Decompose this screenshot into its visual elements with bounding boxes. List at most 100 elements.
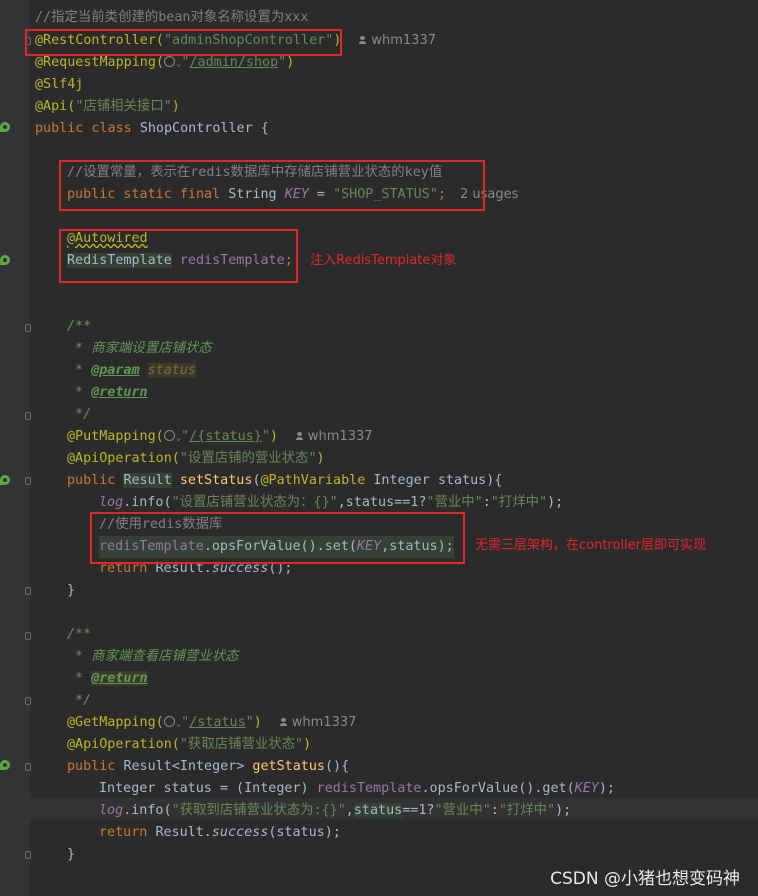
fold-marker[interactable]	[25, 324, 31, 332]
annotation: @PathVariable	[260, 473, 366, 488]
method-call: .info(	[123, 803, 172, 818]
declaration: Integer status = (Integer)	[99, 781, 317, 796]
method-name: setStatus	[171, 473, 253, 488]
csdn-watermark: CSDN @小猪也想变码神	[550, 869, 740, 889]
spring-web-icon[interactable]	[0, 760, 10, 770]
fold-marker[interactable]	[25, 477, 31, 485]
code-line-log-info[interactable]: log.info("设置店铺营业状态为：{}",status==1?"营业中":…	[99, 492, 563, 514]
code-line-return[interactable]: return Result.success(status);	[99, 822, 341, 844]
variable: status	[353, 803, 403, 818]
author-hint[interactable]: whm1337	[359, 33, 436, 48]
annotation: @ApiOperation(	[67, 737, 180, 752]
keyword: public	[67, 473, 124, 488]
spring-bean-icon[interactable]	[0, 255, 10, 265]
keyword: public	[67, 759, 124, 774]
string-literal: "店铺相关接口"	[75, 99, 172, 114]
string-literal: "打烊中"	[490, 495, 548, 510]
log-field: log	[99, 803, 124, 818]
paren: )	[286, 55, 295, 70]
code-line-redis-get[interactable]: Integer status = (Integer) redisTemplate…	[99, 778, 615, 800]
constant-name: KEY	[574, 781, 599, 796]
string-literal: "设置店铺营业状态为：{}"	[171, 495, 338, 510]
fold-marker[interactable]	[25, 632, 31, 640]
string-literal: "打烊中"	[498, 803, 556, 818]
author-hint[interactable]: whm1337	[295, 429, 373, 444]
code-line-class-decl[interactable]: public class ShopController {	[35, 118, 269, 140]
args: (status);	[268, 825, 341, 840]
keyword: return	[99, 825, 156, 840]
url-path-link[interactable]: /admin/shop	[189, 55, 278, 70]
code-line-brace[interactable]: }	[67, 844, 75, 866]
operator: :	[482, 495, 491, 510]
paren: );	[547, 495, 564, 510]
code-line-javadoc-return[interactable]: * @return	[67, 668, 148, 690]
code-line-log-info[interactable]: log.info("获取到店铺营业状态为:{}",status==1?"营业中"…	[99, 800, 571, 822]
javadoc-tag: @param	[91, 363, 140, 378]
javadoc-param: status	[147, 363, 196, 378]
spring-web-icon[interactable]	[0, 475, 10, 485]
user-icon	[359, 36, 367, 44]
paren: );	[598, 781, 615, 796]
annotation: @GetMapping(	[67, 715, 164, 730]
method-call: .opsForValue().get(	[421, 781, 575, 796]
fold-marker[interactable]	[25, 851, 31, 859]
paren: )	[303, 737, 312, 752]
code-line-brace[interactable]: }	[67, 580, 75, 602]
code-line-javadoc[interactable]: */	[67, 690, 91, 712]
author-name: whm1337	[371, 33, 436, 48]
method-call: .info(	[123, 495, 172, 510]
paren: (	[252, 473, 261, 488]
highlight-box-autowired	[59, 229, 298, 283]
code-line-api[interactable]: @Api("店铺相关接口")	[35, 96, 180, 118]
field-name: redisTemplate	[316, 781, 422, 796]
url-path-link[interactable]: /{status}	[189, 429, 262, 444]
code-line-getstatus-decl[interactable]: public Result<Integer> getStatus(){	[67, 756, 349, 778]
code-line-javadoc[interactable]: */	[67, 404, 91, 426]
highlight-box-restcontroller	[25, 29, 342, 56]
paren: (){	[325, 759, 350, 774]
keyword: public class	[35, 121, 140, 136]
code-line-apioperation[interactable]: @ApiOperation("获取店铺营业状态")	[67, 734, 311, 756]
code-line-comment[interactable]: //指定当前类创建的bean对象名称设置为xxx	[35, 7, 308, 29]
fold-marker[interactable]	[25, 412, 31, 420]
fold-marker[interactable]	[25, 587, 31, 595]
code-line-javadoc[interactable]: /**	[67, 624, 91, 646]
code-line-javadoc[interactable]: /**	[67, 316, 91, 338]
code-line-javadoc-return[interactable]: * @return	[67, 382, 148, 404]
code-line-putmapping[interactable]: @PutMapping(⌄"/{status}") whm1337	[67, 426, 373, 448]
code-line-javadoc-param[interactable]: * @param status	[67, 360, 196, 382]
spring-bean-icon[interactable]	[0, 122, 10, 132]
string-literal: "获取店铺营业状态"	[179, 737, 304, 752]
paren: )	[269, 429, 278, 444]
user-icon	[295, 432, 303, 440]
code-line-getmapping[interactable]: @GetMapping(⌄"/status") whm1337	[67, 712, 356, 734]
code-line-javadoc[interactable]: * 商家端查看店铺营业状态	[67, 646, 238, 668]
url-path-link[interactable]: /status	[189, 715, 245, 730]
string-literal: "营业中"	[426, 495, 483, 510]
annotation: @ApiOperation(	[67, 451, 180, 466]
fold-marker[interactable]	[25, 697, 31, 705]
globe-icon[interactable]	[163, 716, 175, 727]
fold-marker[interactable]	[25, 763, 31, 771]
paren: )	[171, 99, 180, 114]
log-field: log	[99, 495, 124, 510]
javadoc-star: *	[67, 385, 92, 400]
author-hint[interactable]: whm1337	[279, 715, 356, 730]
globe-icon[interactable]	[163, 430, 175, 441]
method-name: getStatus	[244, 759, 325, 774]
code-line-apioperation[interactable]: @ApiOperation("设置店铺的营业状态")	[67, 448, 325, 470]
author-name: whm1337	[307, 429, 373, 444]
code-line-setstatus-decl[interactable]: public Result setStatus(@PathVariable In…	[67, 470, 502, 492]
method-name: success	[211, 825, 269, 840]
quote: "	[261, 429, 270, 444]
quote: "	[245, 715, 254, 730]
code-line-slf4j[interactable]: @Slf4j	[35, 74, 83, 96]
globe-icon[interactable]	[164, 56, 175, 67]
params: Integer status){	[365, 473, 503, 488]
expression: ==1?	[402, 803, 435, 818]
code-line-javadoc[interactable]: * 商家端设置店铺状态	[67, 338, 212, 360]
string-literal: "设置店铺的营业状态"	[179, 451, 317, 466]
string-literal: "获取到店铺营业状态为:{}"	[171, 803, 346, 818]
type-name: Result	[123, 473, 172, 488]
annotation-note-controller: 无需三层架构，在controller层即可实现	[475, 538, 707, 553]
